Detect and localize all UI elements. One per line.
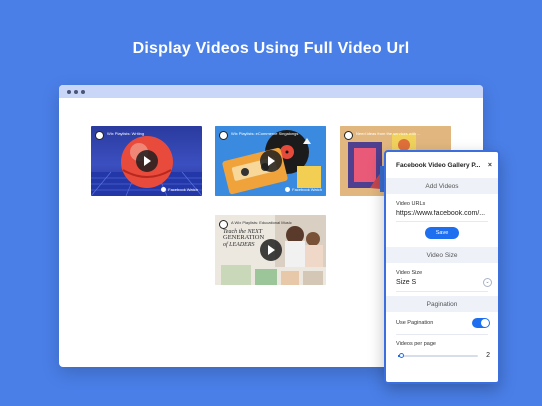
section-video-size: Video Size [386, 247, 498, 263]
video-title: Need ideas from the services with ... [356, 131, 421, 136]
videos-per-page-slider[interactable] [398, 352, 479, 358]
facebook-icon [161, 187, 167, 192]
video-size-value: Size S [396, 279, 417, 286]
settings-panel: Facebook Video Gallery P... × Add Videos… [384, 150, 500, 384]
video-title: Wix Playlists: Writing [107, 131, 145, 136]
panel-header: Facebook Video Gallery P... × [386, 152, 498, 178]
book-cover-line3: of LEADERS [223, 242, 255, 249]
close-icon[interactable]: × [488, 162, 492, 169]
videos-per-page-value: 2 [486, 352, 490, 359]
page-headline: Display Videos Using Full Video Url [132, 40, 410, 57]
use-pagination-label: Use Pagination [396, 320, 434, 326]
videos-per-page-row: 2 [386, 352, 498, 359]
video-title: A Wix Playlists: Educational Music [231, 220, 292, 225]
video-thumbnail[interactable]: Wix Playlists: Writing Facebook Watch [91, 126, 202, 196]
panel-title: Facebook Video Gallery P... [396, 161, 481, 169]
book-cover-text: Teach the NEXT GENERATION of LEADERS [223, 229, 264, 248]
play-button-icon[interactable] [259, 239, 282, 261]
play-button-icon[interactable] [135, 150, 158, 172]
use-pagination-row: Use Pagination [386, 318, 498, 328]
video-thumbnail[interactable]: A Wix Playlists: Educational Music Teach… [215, 215, 326, 285]
window-dot-icon [67, 89, 71, 94]
chevron-down-icon[interactable]: ⌄ [483, 278, 492, 287]
video-urls-input[interactable]: https://www.facebook.com/... [386, 210, 498, 217]
channel-avatar [95, 131, 104, 140]
video-title: Wix Playlists: eCommerce Singalongs [231, 131, 299, 136]
video-thumbnail[interactable]: Wix Playlists: eCommerce Singalongs Face… [215, 126, 326, 196]
channel-avatar [219, 131, 228, 140]
window-dot-icon [74, 89, 78, 94]
slider-handle[interactable] [399, 352, 405, 358]
use-pagination-toggle[interactable] [472, 318, 490, 328]
video-size-select[interactable]: Size S ⌄ [386, 278, 498, 287]
play-button-icon[interactable] [259, 150, 282, 172]
facebook-watch-label: Facebook Watch [161, 187, 198, 192]
facebook-watch-label: Facebook Watch [285, 187, 322, 192]
video-source: Facebook Watch [292, 187, 322, 192]
section-add-videos: Add Videos [386, 178, 498, 194]
channel-avatar [219, 220, 228, 229]
video-source: Facebook Watch [168, 187, 198, 192]
section-pagination: Pagination [386, 296, 498, 312]
window-dot-icon [81, 89, 85, 94]
browser-toolbar [59, 85, 483, 98]
save-button[interactable]: Save [425, 227, 459, 239]
channel-avatar [344, 131, 353, 140]
facebook-icon [285, 187, 291, 192]
